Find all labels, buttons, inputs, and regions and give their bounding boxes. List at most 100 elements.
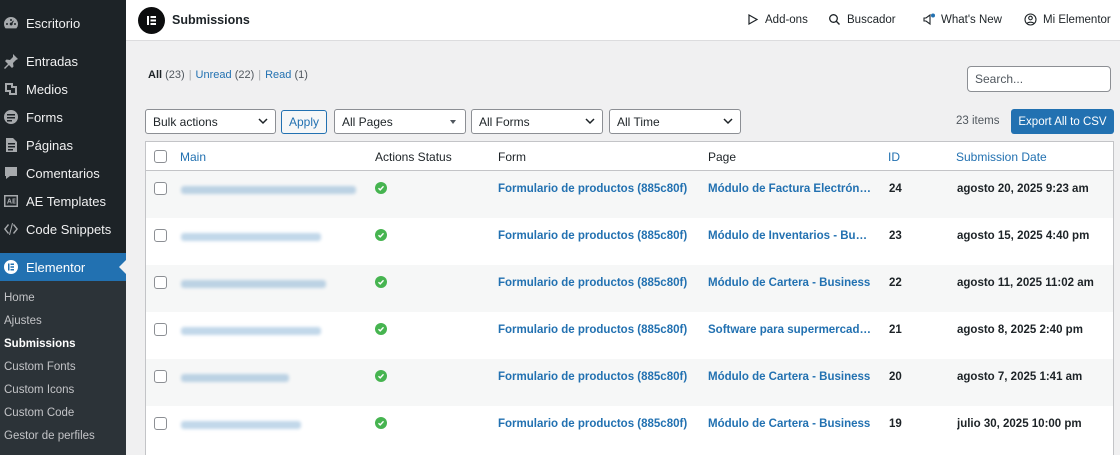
megaphone-icon	[923, 13, 935, 26]
sidebar-item-code-snippets[interactable]: Code Snippets	[0, 215, 126, 243]
table-header: Main Actions Status Form Page ID Submiss…	[146, 142, 1113, 171]
sidebar-item-label: Páginas	[26, 137, 73, 153]
forms-icon	[2, 108, 20, 126]
sidebar-item-elementor[interactable]: Elementor	[0, 253, 126, 281]
redacted-email[interactable]	[181, 233, 321, 241]
row-page-link[interactable]: Módulo de Cartera - Business	[708, 277, 871, 289]
row-checkbox[interactable]	[154, 323, 167, 336]
sidebar-item-paginas[interactable]: Páginas	[0, 131, 126, 159]
sidebar-item-medios[interactable]: Medios	[0, 75, 126, 103]
table-row[interactable]: Formulario de productos (885c80f) Módulo…	[146, 171, 1113, 218]
column-id[interactable]: ID	[888, 150, 900, 164]
row-form-link[interactable]: Formulario de productos (885c80f)	[498, 230, 687, 242]
column-main[interactable]: Main	[180, 150, 206, 164]
row-form-link[interactable]: Formulario de productos (885c80f)	[498, 418, 687, 430]
row-checkbox[interactable]	[154, 276, 167, 289]
pin-icon	[2, 52, 20, 70]
success-check-icon	[375, 417, 387, 429]
row-date: agosto 8, 2025 2:40 pm	[957, 324, 1083, 336]
row-form-link[interactable]: Formulario de productos (885c80f)	[498, 371, 687, 383]
sidebar-item-label: Escritorio	[26, 15, 81, 31]
submenu-item-custom-icons[interactable]: Custom Icons	[4, 384, 74, 396]
sidebar-item-forms[interactable]: Forms	[0, 103, 126, 131]
ae-icon	[2, 192, 20, 210]
caret-down-icon	[450, 120, 456, 124]
row-page-link[interactable]: Módulo de Factura Electrónica	[708, 183, 871, 195]
row-checkbox[interactable]	[154, 229, 167, 242]
filter-unread[interactable]: Unread (22)	[196, 69, 255, 81]
search-icon	[829, 14, 840, 25]
page-title: Submissions	[172, 13, 250, 27]
row-date: agosto 11, 2025 11:02 am	[957, 277, 1094, 289]
row-checkbox[interactable]	[154, 417, 167, 430]
filter-all[interactable]: All (23)	[148, 69, 185, 81]
status-filter-links: All (23) | Unread (22) | Read (1)	[148, 69, 308, 81]
submenu-item-custom-code[interactable]: Custom Code	[4, 407, 74, 419]
sidebar-item-label: Forms	[26, 109, 63, 125]
apply-button[interactable]: Apply	[281, 110, 327, 134]
finder-link[interactable]: Buscador	[828, 13, 896, 26]
dashboard-icon	[2, 14, 20, 32]
page-icon	[2, 136, 20, 154]
sidebar-item-label: AE Templates	[26, 193, 106, 209]
sidebar-item-label: Elementor	[26, 259, 86, 275]
redacted-email[interactable]	[181, 280, 326, 288]
submenu-item-gestor-de-perfiles[interactable]: Gestor de perfiles	[4, 430, 95, 442]
pages-filter-select[interactable]: All Pages	[334, 109, 466, 134]
search-input[interactable]	[967, 66, 1111, 92]
submenu-item-home[interactable]: Home	[4, 292, 35, 304]
whats-new-link[interactable]: What's New	[922, 13, 1002, 26]
submenu-item-submissions[interactable]: Submissions	[4, 338, 76, 350]
row-page-link[interactable]: Módulo de Cartera - Business	[708, 418, 871, 430]
time-filter-select[interactable]: All Time	[609, 109, 741, 134]
row-id: 21	[889, 324, 902, 336]
account-label: Mi Elementor	[1043, 13, 1111, 26]
select-all-checkbox[interactable]	[154, 150, 167, 163]
items-count: 23 items	[956, 115, 1000, 127]
bulk-actions-select[interactable]: Bulk actions	[145, 109, 276, 134]
sidebar-item-label: Code Snippets	[26, 221, 112, 237]
sidebar-item-comentarios[interactable]: Comentarios	[0, 159, 126, 187]
code-icon	[2, 220, 20, 238]
redacted-email[interactable]	[181, 186, 356, 194]
addons-link[interactable]: Add-ons	[746, 13, 808, 26]
export-csv-button[interactable]: Export All to CSV	[1011, 109, 1114, 134]
row-date: agosto 7, 2025 1:41 am	[957, 371, 1083, 383]
row-form-link[interactable]: Formulario de productos (885c80f)	[498, 324, 687, 336]
sidebar-item-escritorio[interactable]: Escritorio	[0, 9, 126, 37]
redacted-email[interactable]	[181, 327, 321, 335]
forms-filter-select[interactable]: All Forms	[471, 109, 603, 134]
row-page-link[interactable]: Software para supermercados	[708, 324, 871, 336]
redacted-email[interactable]	[181, 421, 301, 429]
table-row[interactable]: Formulario de productos (885c80f) Módulo…	[146, 218, 1113, 265]
filter-read[interactable]: Read (1)	[265, 69, 308, 81]
table-row[interactable]: Formulario de productos (885c80f) Módulo…	[146, 265, 1113, 312]
submenu-item-custom-fonts[interactable]: Custom Fonts	[4, 361, 76, 373]
addons-label: Add-ons	[765, 13, 808, 26]
chevron-down-icon	[585, 118, 595, 125]
finder-label: Buscador	[847, 13, 896, 26]
row-page-link[interactable]: Módulo de Inventarios - Business	[708, 230, 871, 242]
row-date: julio 30, 2025 10:00 pm	[957, 418, 1082, 430]
row-id: 20	[889, 371, 902, 383]
sidebar-item-label: Comentarios	[26, 165, 100, 181]
table-row[interactable]: Formulario de productos (885c80f) Módulo…	[146, 359, 1113, 406]
account-link[interactable]: Mi Elementor	[1024, 13, 1111, 26]
row-checkbox[interactable]	[154, 370, 167, 383]
row-checkbox[interactable]	[154, 182, 167, 195]
row-form-link[interactable]: Formulario de productos (885c80f)	[498, 277, 687, 289]
success-check-icon	[375, 276, 387, 288]
media-icon	[2, 80, 20, 98]
row-form-link[interactable]: Formulario de productos (885c80f)	[498, 183, 687, 195]
row-page-link[interactable]: Módulo de Cartera - Business	[708, 371, 871, 383]
redacted-email[interactable]	[181, 374, 289, 382]
whats-new-label: What's New	[941, 13, 1002, 26]
table-row[interactable]: Formulario de productos (885c80f) Softwa…	[146, 312, 1113, 359]
submenu-item-ajustes[interactable]: Ajustes	[4, 315, 42, 327]
sidebar-item-entradas[interactable]: Entradas	[0, 47, 126, 75]
row-id: 24	[889, 183, 902, 195]
elementor-top-bar: Submissions Add-ons Buscador What's New …	[126, 0, 1120, 41]
column-submission-date[interactable]: Submission Date	[956, 150, 1047, 164]
table-row[interactable]: Formulario de productos (885c80f) Módulo…	[146, 406, 1113, 453]
sidebar-item-ae-templates[interactable]: AE Templates	[0, 187, 126, 215]
